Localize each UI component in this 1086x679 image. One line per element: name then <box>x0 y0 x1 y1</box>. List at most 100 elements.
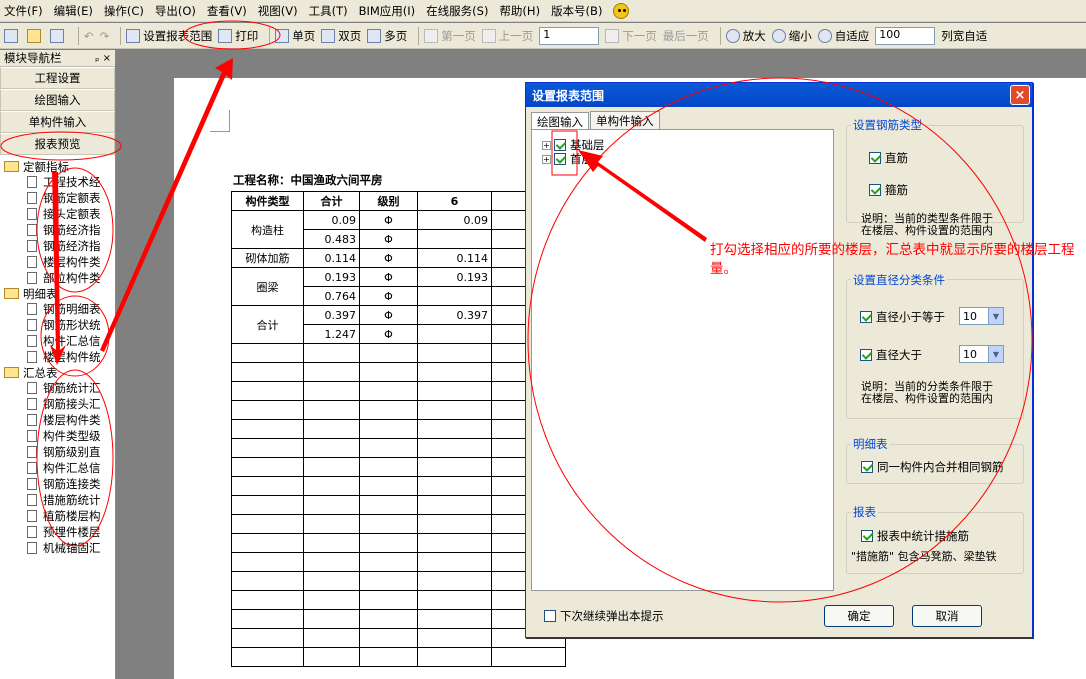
tree-leaf[interactable]: 构件汇总信 <box>0 333 115 349</box>
diameter-gt-checkbox[interactable] <box>860 349 872 361</box>
no-popup-checkbox[interactable] <box>544 610 556 622</box>
empty-table-row <box>231 381 566 401</box>
tree-leaf[interactable]: 楼层构件统 <box>0 349 115 365</box>
stirrup-option[interactable]: 箍筋 <box>869 182 908 198</box>
floor-checkbox-foundation[interactable] <box>554 139 566 151</box>
diameter-gt-select[interactable]: 10 ▼ <box>959 345 1004 363</box>
cancel-button[interactable]: 取消 <box>912 605 982 627</box>
tree-folder[interactable]: 明细表 <box>0 286 115 301</box>
menu-view[interactable]: 查看(V) <box>207 3 247 19</box>
tree-folder[interactable]: 汇总表 <box>0 365 115 380</box>
ok-button[interactable]: 确定 <box>824 605 894 627</box>
single-page-button[interactable]: 单页 <box>275 28 315 44</box>
tab-single-component-input[interactable]: 单构件输入 <box>590 111 660 130</box>
measure-rebar-checkbox[interactable] <box>861 530 873 542</box>
smiley-icon[interactable] <box>613 2 630 19</box>
menu-version[interactable]: 版本号(B) <box>551 3 602 19</box>
redo-button[interactable]: ↷ <box>100 29 110 43</box>
menu-export[interactable]: 导出(O) <box>155 3 196 19</box>
document-icon <box>27 303 37 315</box>
save-button[interactable] <box>50 28 67 43</box>
diameter-gt-option[interactable]: 直径大于 <box>860 347 922 363</box>
toolbar-separator <box>269 26 271 45</box>
nav-project-settings[interactable]: 工程设置 <box>0 67 115 89</box>
tree-leaf[interactable]: 构件汇总信 <box>0 460 115 476</box>
dialog-close-button[interactable]: × <box>1010 85 1030 105</box>
menu-operate[interactable]: 操作(C) <box>104 3 144 19</box>
tree-leaf[interactable]: 钢筋连接类 <box>0 476 115 492</box>
table-cell <box>417 476 492 496</box>
zoom-in-button[interactable]: 放大 <box>725 28 766 44</box>
floor-checkbox-first[interactable] <box>554 153 566 165</box>
table-cell <box>417 609 492 629</box>
tree-leaf[interactable]: 楼层构件类 <box>0 254 115 270</box>
pin-icon[interactable]: ₚ × <box>95 53 111 64</box>
no-popup-option[interactable]: 下次继续弹出本提示 <box>544 608 664 624</box>
tree-folder[interactable]: 定额指标 <box>0 159 115 174</box>
fit-button[interactable]: 自适应 <box>817 28 869 44</box>
tree-leaf[interactable]: 部位构件类 <box>0 270 115 286</box>
multi-page-button[interactable]: 多页 <box>367 28 407 44</box>
undo-button[interactable]: ↶ <box>84 29 94 43</box>
prev-page-button[interactable]: 上一页 <box>481 28 533 44</box>
tree-leaf[interactable]: 措施筋统计 <box>0 492 115 508</box>
tree-leaf[interactable]: 钢筋经济指 <box>0 238 115 254</box>
menu-edit[interactable]: 编辑(E) <box>54 3 93 19</box>
diameter-le-option[interactable]: 直径小于等于 <box>860 309 945 325</box>
empty-table-row <box>231 457 566 477</box>
menu-online[interactable]: 在线服务(S) <box>426 3 488 19</box>
last-page-button[interactable]: 最后一页 <box>663 28 709 44</box>
open-button[interactable] <box>27 28 44 43</box>
straight-rebar-option[interactable]: 直筋 <box>869 150 908 166</box>
tree-leaf[interactable]: 机械锚固汇 <box>0 540 115 556</box>
report-range-dialog: 设置报表范围 × 绘图输入 单构件输入 + 基础层 + 首层 设置钢筋类型 直筋… <box>525 82 1033 638</box>
tree-leaf[interactable]: 楼层构件类 <box>0 412 115 428</box>
nav-single-component-input[interactable]: 单构件输入 <box>0 111 115 133</box>
diameter-note: 说明：当前的分类条件限于 在楼层、构件设置的范围内 <box>861 381 993 405</box>
tree-leaf[interactable]: 钢筋接头汇 <box>0 396 115 412</box>
chevron-down-icon[interactable]: ▼ <box>988 346 1003 362</box>
merge-rebar-checkbox[interactable] <box>861 461 873 473</box>
menu-tools[interactable]: 工具(T) <box>309 3 348 19</box>
expand-icon[interactable]: + <box>542 154 551 164</box>
tree-leaf[interactable]: 工程技术经 <box>0 174 115 190</box>
next-page-button[interactable]: 下一页 <box>605 28 657 44</box>
zoom-select[interactable]: 100 <box>875 26 936 45</box>
straight-rebar-checkbox[interactable] <box>869 152 881 164</box>
page-number-input[interactable]: 1 <box>539 26 600 45</box>
measure-rebar-option[interactable]: 报表中统计措施筋 <box>861 528 969 544</box>
nav-report-preview[interactable]: 报表预览 <box>0 133 115 155</box>
new-button[interactable] <box>4 28 21 43</box>
tree-leaf[interactable]: 植筋楼层构 <box>0 508 115 524</box>
column-fit-button[interactable]: 列宽自适 <box>941 28 987 44</box>
table-cell: Φ <box>359 286 418 306</box>
print-button[interactable]: 打印 <box>218 28 258 44</box>
tree-leaf[interactable]: 构件类型级 <box>0 428 115 444</box>
tree-leaf[interactable]: 钢筋统计汇 <box>0 380 115 396</box>
diameter-le-select[interactable]: 10 ▼ <box>959 307 1004 325</box>
chevron-down-icon[interactable]: ▼ <box>988 308 1003 324</box>
tree-leaf[interactable]: 钢筋形状统 <box>0 317 115 333</box>
tree-leaf[interactable]: 钢筋定额表 <box>0 190 115 206</box>
merge-rebar-option[interactable]: 同一构件内合并相同钢筋 <box>861 459 1004 475</box>
menu-bim[interactable]: BIM应用(I) <box>359 3 416 19</box>
menu-help[interactable]: 帮助(H) <box>499 3 540 19</box>
tree-leaf[interactable]: 钢筋明细表 <box>0 301 115 317</box>
nav-drawing-input[interactable]: 绘图输入 <box>0 89 115 111</box>
zoom-out-button[interactable]: 缩小 <box>771 28 812 44</box>
stirrup-checkbox[interactable] <box>869 184 881 196</box>
tree-leaf[interactable]: 接头定额表 <box>0 206 115 222</box>
menu-viewport[interactable]: 视图(V) <box>258 3 298 19</box>
tree-leaf[interactable]: 预埋件楼层 <box>0 524 115 540</box>
panel-close-icon[interactable]: × <box>103 53 111 64</box>
tree-leaf[interactable]: 钢筋级别直 <box>0 444 115 460</box>
menu-file[interactable]: 文件(F) <box>4 3 43 19</box>
floor-tree-item[interactable]: + 首层 <box>542 152 833 166</box>
set-report-range-button[interactable]: 设置报表范围 <box>126 28 212 44</box>
first-page-button[interactable]: 第一页 <box>424 28 476 44</box>
diameter-le-checkbox[interactable] <box>860 311 872 323</box>
tree-leaf[interactable]: 钢筋经济指 <box>0 222 115 238</box>
expand-icon[interactable]: + <box>542 140 551 150</box>
double-page-button[interactable]: 双页 <box>321 28 361 44</box>
floor-tree-item[interactable]: + 基础层 <box>542 138 833 152</box>
